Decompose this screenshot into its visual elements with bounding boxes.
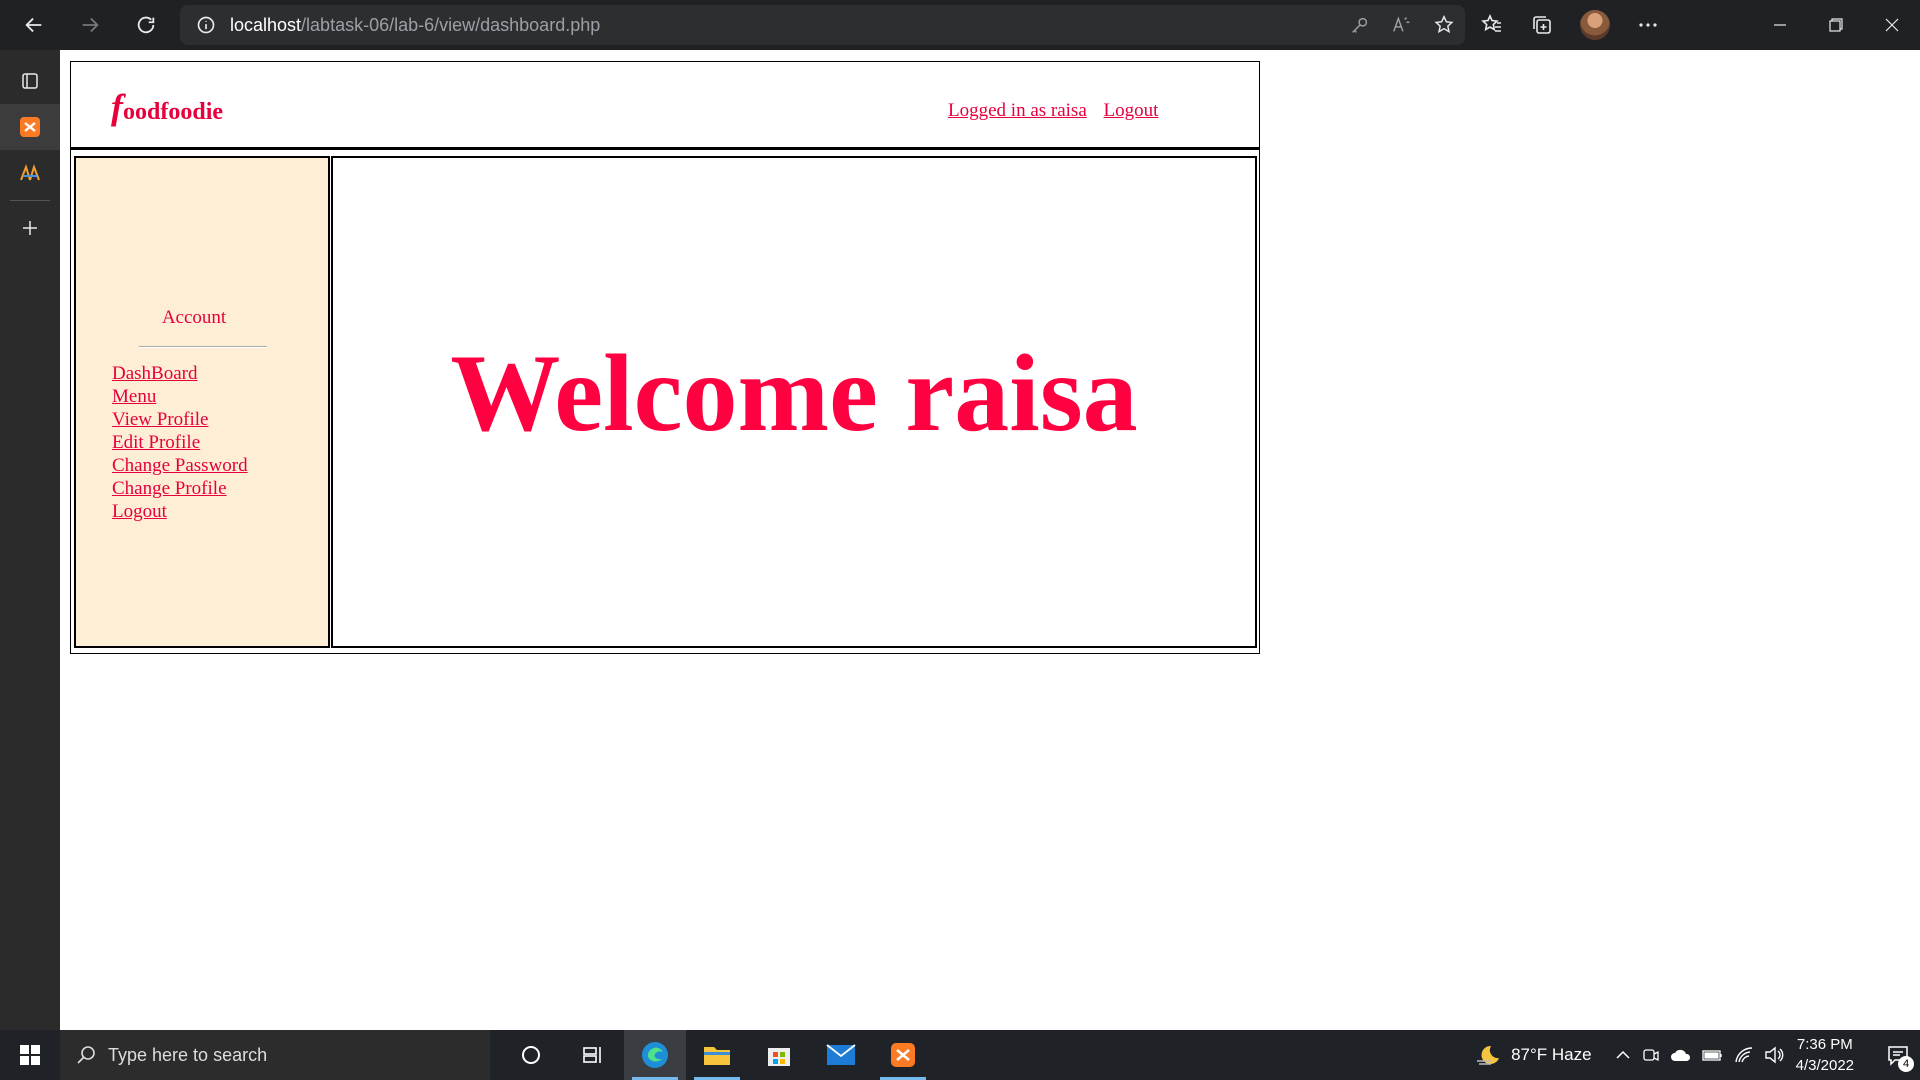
account-divider <box>139 346 267 348</box>
profile-avatar[interactable] <box>1580 10 1610 40</box>
menu-link-menu[interactable]: Menu <box>112 386 156 407</box>
clock-date: 4/3/2022 <box>1795 1057 1854 1074</box>
plus-icon <box>23 221 37 235</box>
forward-arrow-icon <box>82 17 99 33</box>
cortana-button[interactable] <box>500 1030 562 1080</box>
key-icon[interactable] <box>1349 14 1371 36</box>
menu-link-edit-profile[interactable]: Edit Profile <box>112 432 200 453</box>
task-view-icon <box>583 1047 601 1063</box>
menu-link-logout[interactable]: Logout <box>112 501 167 522</box>
tab-separator <box>10 200 50 201</box>
system-tray: 87°F Haze 7:36 PM 4/3/2022 4 <box>1475 1030 1920 1080</box>
taskbar-file-explorer[interactable] <box>686 1030 748 1080</box>
add-favorite-icon[interactable] <box>1433 14 1455 36</box>
taskbar-search[interactable]: Type here to search <box>60 1030 490 1080</box>
header-links: Logged in as raisa Logout <box>948 100 1170 122</box>
meet-now-icon[interactable] <box>1642 1046 1660 1064</box>
site-logo: foodfoodie <box>111 86 223 128</box>
read-aloud-icon[interactable] <box>1391 14 1413 36</box>
xampp-icon <box>20 117 40 137</box>
tab-actions-icon <box>22 73 38 89</box>
browser-toolbar: localhost/labtask-06/lab-6/view/dashboar… <box>0 0 1920 50</box>
menu-link-view-profile[interactable]: View Profile <box>112 409 208 430</box>
url-path: /labtask-06/lab-6/view/dashboard.php <box>301 14 601 35</box>
address-bar[interactable]: localhost/labtask-06/lab-6/view/dashboar… <box>180 5 1465 45</box>
taskbar-xampp[interactable] <box>872 1030 934 1080</box>
welcome-heading: Welcome raisa <box>450 332 1138 454</box>
tab-other-site[interactable] <box>0 150 60 196</box>
onedrive-icon[interactable] <box>1670 1047 1692 1063</box>
weather-widget[interactable]: 87°F Haze <box>1475 1043 1592 1067</box>
restore-button[interactable] <box>1808 0 1864 50</box>
windows-taskbar: Type here to search 87°F Haze 7:36 PM 4/… <box>0 1030 1920 1080</box>
folder-icon <box>704 1047 730 1065</box>
weather-text: 87°F Haze <box>1511 1045 1592 1064</box>
vertical-tab-strip <box>0 50 60 1030</box>
cortana-icon <box>522 1046 540 1064</box>
refresh-icon <box>137 16 155 34</box>
taskbar-clock[interactable]: 7:36 PM 4/3/2022 <box>1796 1034 1854 1076</box>
collections-icon[interactable] <box>1530 13 1554 37</box>
favorites-icon[interactable] <box>1480 13 1504 37</box>
menu-link-dashboard[interactable]: DashBoard <box>112 363 197 384</box>
content-row: Account DashBoard Menu View Profile Edit… <box>71 153 1259 653</box>
battery-icon[interactable] <box>1701 1047 1724 1063</box>
logged-in-link[interactable]: Logged in as raisa <box>948 100 1087 121</box>
layout-table: foodfoodie Logged in as raisa Logout Acc… <box>70 61 1260 654</box>
menu-link-change-profile[interactable]: Change Profile <box>112 478 227 499</box>
account-sidebar: Account DashBoard Menu View Profile Edit… <box>74 156 330 648</box>
moon-haze-icon <box>1477 1045 1500 1065</box>
edge-icon <box>642 1042 668 1068</box>
url-host: localhost <box>230 14 302 35</box>
close-icon <box>1885 18 1899 32</box>
account-title: Account <box>161 307 227 328</box>
chevron-up-icon[interactable] <box>1614 1046 1632 1064</box>
notification-badge: 4 <box>1898 1056 1914 1072</box>
account-menu: DashBoard Menu View Profile Edit Profile… <box>112 362 248 523</box>
new-tab-button[interactable] <box>0 205 60 251</box>
search-placeholder: Type here to search <box>108 1044 268 1065</box>
tab-xampp-dashboard[interactable] <box>0 104 60 150</box>
start-button[interactable] <box>0 1030 60 1080</box>
store-icon <box>768 1048 790 1066</box>
back-arrow-icon <box>25 17 42 33</box>
volume-icon[interactable] <box>1764 1046 1784 1064</box>
main-content: Welcome raisa <box>331 156 1257 648</box>
minimize-button[interactable] <box>1752 0 1808 50</box>
taskbar-store[interactable] <box>748 1030 810 1080</box>
more-options-icon[interactable] <box>1636 13 1660 37</box>
refresh-button[interactable] <box>124 3 168 47</box>
wifi-icon[interactable] <box>1734 1046 1754 1064</box>
header-logout-link[interactable]: Logout <box>1104 100 1159 121</box>
info-icon[interactable] <box>196 15 216 35</box>
site-favicon-icon <box>20 163 40 181</box>
close-button[interactable] <box>1864 0 1920 50</box>
forward-button[interactable] <box>68 3 112 47</box>
page-viewport: foodfoodie Logged in as raisa Logout Acc… <box>60 50 1920 1030</box>
logo-initial: f <box>111 87 123 127</box>
search-icon <box>77 1046 95 1064</box>
restore-icon <box>1829 18 1843 32</box>
site-header: foodfoodie Logged in as raisa Logout <box>71 62 1259 150</box>
logo-text: oodfoodie <box>123 99 224 125</box>
menu-link-change-password[interactable]: Change Password <box>112 455 248 476</box>
back-button[interactable] <box>12 3 56 47</box>
taskbar-mail[interactable] <box>810 1030 872 1080</box>
tab-actions-button[interactable] <box>0 58 60 104</box>
xampp-taskbar-icon <box>891 1043 915 1067</box>
task-view-button[interactable] <box>562 1030 624 1080</box>
taskbar-edge[interactable] <box>624 1030 686 1080</box>
minimize-icon <box>1774 24 1786 26</box>
action-center-button[interactable]: 4 <box>1876 1030 1920 1080</box>
mail-icon <box>826 1044 856 1065</box>
clock-time: 7:36 PM <box>1796 1036 1853 1053</box>
windows-logo-icon <box>20 1045 40 1065</box>
